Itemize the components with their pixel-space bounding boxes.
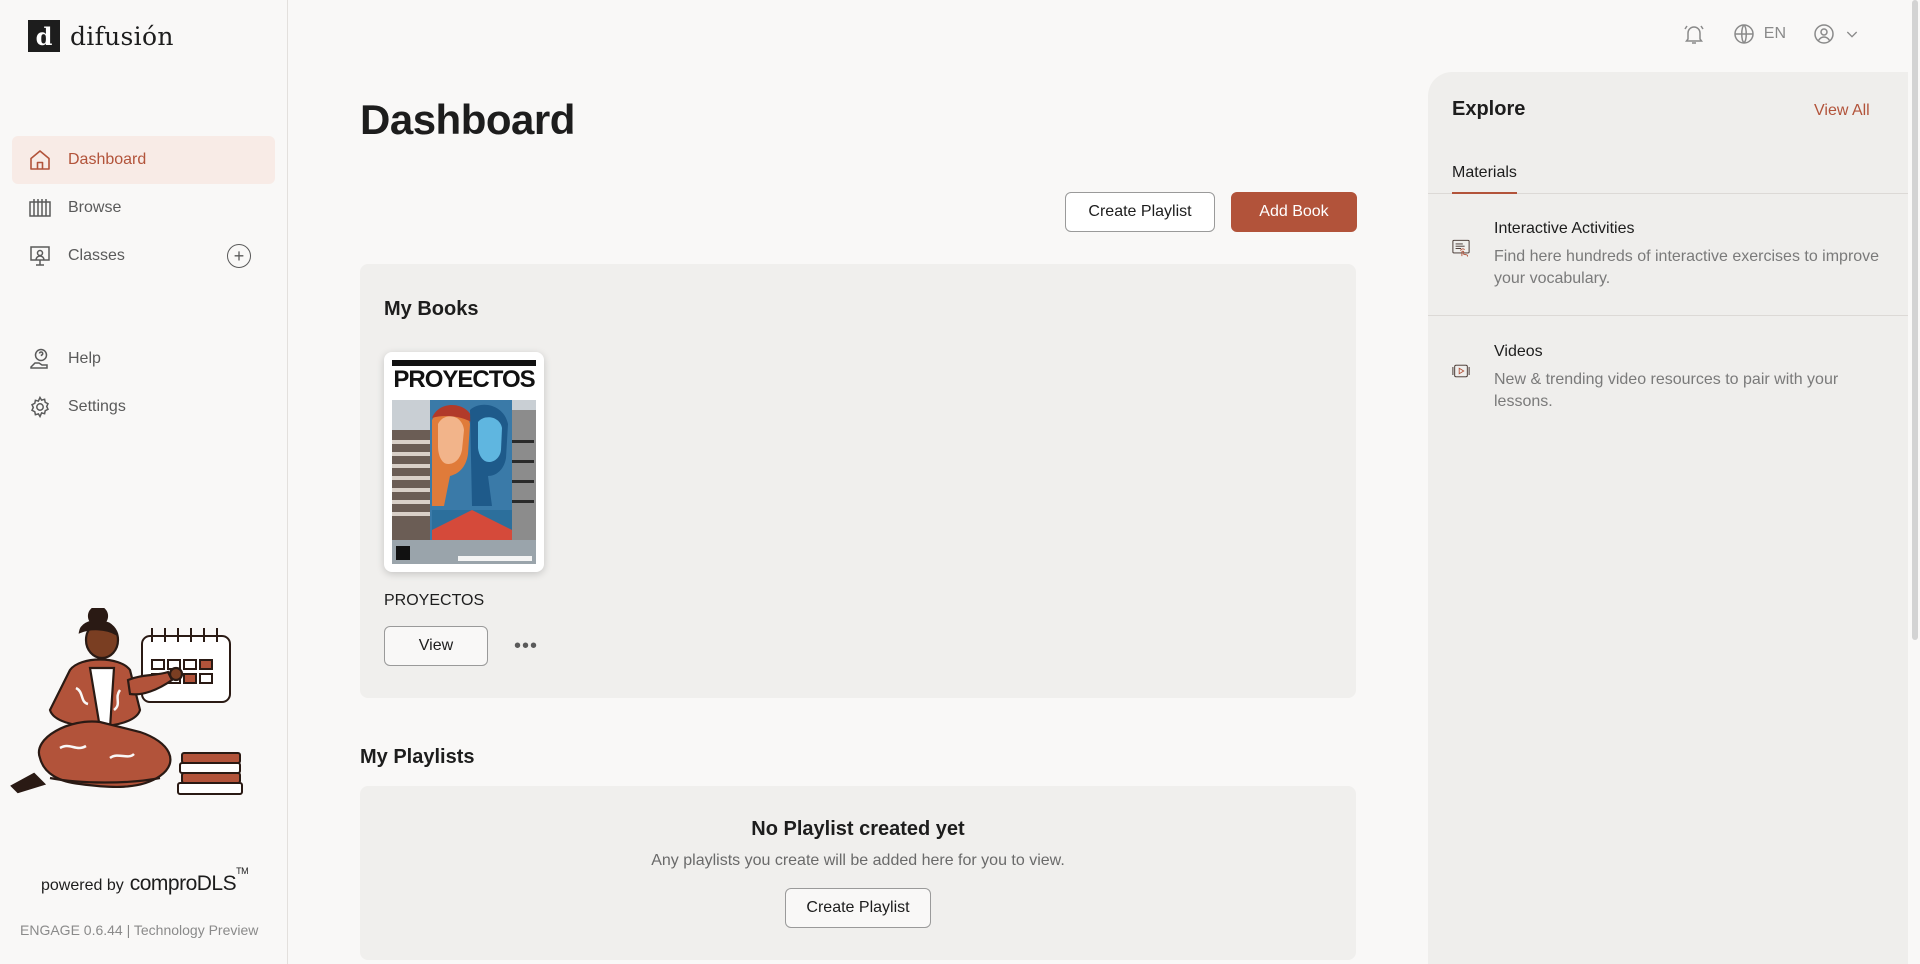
browse-icon <box>28 196 52 220</box>
explore-item-title: Interactive Activities <box>1494 220 1635 237</box>
sidebar-item-label: Help <box>68 350 101 367</box>
bell-icon <box>1684 25 1704 44</box>
notifications-button[interactable] <box>1682 22 1706 46</box>
sidebar-item-browse[interactable]: Browse <box>12 184 275 232</box>
empty-playlists-title: No Playlist created yet <box>751 818 965 840</box>
book-card: PROYECTOS PROYECTOS View ••• <box>384 352 544 666</box>
empty-playlists-description: Any playlists you create will be added h… <box>651 852 1065 869</box>
difusion-logo[interactable]: d difusión <box>28 20 174 52</box>
interactive-activities-icon <box>1452 239 1470 257</box>
sidebar-item-label: Settings <box>68 398 126 415</box>
my-books-title: My Books <box>384 298 479 320</box>
more-options-icon[interactable]: ••• <box>514 635 538 658</box>
explore-item-description: Find here hundreds of interactive exerci… <box>1494 248 1880 287</box>
my-playlists-title: My Playlists <box>360 746 475 768</box>
cover-artwork <box>392 400 536 564</box>
powered-by-brand-name: comproDLS <box>129 872 237 895</box>
book-actions: View ••• <box>384 626 538 666</box>
user-icon <box>1814 24 1834 44</box>
sidebar-item-label: Browse <box>68 199 122 216</box>
view-book-button[interactable]: View <box>384 626 488 666</box>
logo-mark: d <box>28 20 60 52</box>
sidebar: d difusión Dashboard Browse Classes + He… <box>0 0 288 964</box>
globe-icon <box>1734 24 1754 44</box>
version-info: ENGAGE 0.6.44 | Technology Preview <box>20 922 259 938</box>
book-cover[interactable]: PROYECTOS <box>384 352 544 572</box>
topbar: EN <box>1682 22 1860 46</box>
secondary-nav: Help Settings <box>12 335 275 431</box>
explore-item-interactive-activities[interactable]: Interactive Activities Find here hundred… <box>1428 194 1908 316</box>
sidebar-item-dashboard[interactable]: Dashboard <box>12 136 275 184</box>
explore-title: Explore <box>1452 98 1526 120</box>
book-name: PROYECTOS <box>384 592 485 609</box>
chevron-down-icon <box>1846 31 1858 38</box>
powered-by: powered by comproDLSTM <box>41 866 249 896</box>
dashboard-actions: Create Playlist Add Book <box>1065 192 1357 232</box>
explore-item-title: Videos <box>1494 343 1543 360</box>
page-scrollbar[interactable] <box>1912 0 1918 964</box>
logo-text: difusión <box>70 21 174 51</box>
explore-tabs: Materials <box>1428 152 1908 194</box>
primary-nav: Dashboard Browse Classes + <box>12 136 275 280</box>
explore-item-text: Interactive Activities Find here hundred… <box>1494 220 1884 315</box>
classes-icon <box>28 244 52 268</box>
create-playlist-empty-button[interactable]: Create Playlist <box>785 888 931 928</box>
explore-panel: Explore View All Materials Interactive A… <box>1428 72 1908 964</box>
my-books-panel: My Books PROYECTOS PROYECTOS View ••• <box>360 264 1356 698</box>
sidebar-item-classes[interactable]: Classes + <box>12 232 275 280</box>
teacher-illustration <box>10 608 243 795</box>
sidebar-item-label: Classes <box>68 247 125 264</box>
add-book-button[interactable]: Add Book <box>1231 192 1357 232</box>
add-class-button[interactable]: + <box>227 244 251 268</box>
language-selector[interactable]: EN <box>1732 22 1786 46</box>
sidebar-item-label: Dashboard <box>68 151 147 168</box>
explore-item-videos[interactable]: Videos New & trending video resources to… <box>1428 317 1908 439</box>
tab-materials[interactable]: Materials <box>1452 152 1517 194</box>
language-label: EN <box>1763 25 1786 42</box>
cover-image: PROYECTOS <box>392 360 536 564</box>
home-icon <box>28 148 52 172</box>
explore-item-text: Videos New & trending video resources to… <box>1494 343 1884 439</box>
explore-item-description: New & trending video resources to pair w… <box>1494 371 1839 410</box>
video-icon <box>1452 364 1470 378</box>
sidebar-item-help[interactable]: Help <box>12 335 275 383</box>
my-playlists-panel: No Playlist created yet Any playlists yo… <box>360 786 1356 960</box>
view-all-link[interactable]: View All <box>1814 102 1870 120</box>
page-title: Dashboard <box>360 96 575 143</box>
sidebar-item-settings[interactable]: Settings <box>12 383 275 431</box>
powered-by-brand: comproDLSTM <box>129 866 249 896</box>
scrollbar-thumb[interactable] <box>1912 0 1918 640</box>
help-icon <box>28 347 52 371</box>
powered-by-prefix: powered by <box>41 877 124 894</box>
profile-menu[interactable] <box>1812 22 1860 46</box>
create-playlist-button[interactable]: Create Playlist <box>1065 192 1215 232</box>
cover-title: PROYECTOS <box>393 366 535 393</box>
gear-icon <box>28 395 52 419</box>
trademark-mark: TM <box>236 866 249 876</box>
